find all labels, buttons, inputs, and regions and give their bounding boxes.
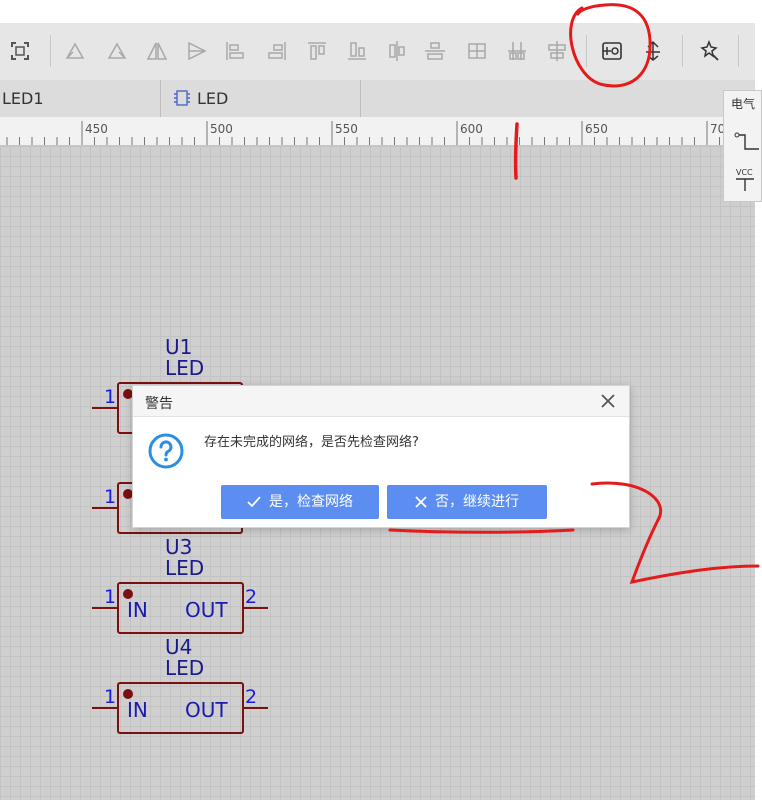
align-top-icon[interactable]: [304, 38, 330, 64]
component-body: [92, 682, 268, 734]
dialog-header: 警告: [133, 386, 629, 417]
component-body: [92, 582, 268, 634]
designator: U4: [165, 635, 193, 659]
no-continue-button[interactable]: 否，继续进行: [387, 485, 547, 519]
toolbar: [0, 23, 755, 80]
align-right-edge-icon[interactable]: [264, 38, 290, 64]
flip-vertical-icon[interactable]: [184, 38, 210, 64]
dialog-title: 警告: [145, 396, 173, 412]
toolbar-separator: [586, 35, 587, 67]
align-left-icon[interactable]: [62, 38, 88, 64]
align-bottom-icon[interactable]: [344, 38, 370, 64]
part-name: LED: [165, 656, 205, 680]
fit-view-icon[interactable]: [7, 38, 33, 64]
ruler-label: 650: [585, 122, 608, 136]
ruler-label: 550: [335, 122, 358, 136]
pin-label-in: IN: [127, 698, 148, 722]
tab-label: LED1: [2, 89, 44, 108]
tab-led[interactable]: LED: [161, 80, 361, 117]
distribute-vertical-icon[interactable]: [504, 38, 530, 64]
design-check-icon[interactable]: [599, 38, 625, 64]
chip-icon: [174, 90, 190, 106]
align-center-horizontal-icon[interactable]: [384, 38, 410, 64]
tab-led1[interactable]: LED1: [0, 80, 161, 117]
ruler-label: 500: [210, 122, 233, 136]
vcc-icon[interactable]: VCC: [734, 167, 760, 193]
top-strip: [0, 0, 762, 23]
pin-label-in: IN: [127, 598, 148, 622]
distribute-horizontal-icon[interactable]: [464, 38, 490, 64]
cross-probe-icon[interactable]: [640, 38, 666, 64]
align-left-edge-icon[interactable]: [222, 38, 248, 64]
electrical-tools-panel: 电气 VCC: [723, 90, 762, 202]
ruler-label: 600: [460, 122, 483, 136]
horizontal-ruler: 450 500 550 600 650 70: [0, 117, 755, 146]
toolbar-separator: [50, 35, 51, 67]
close-icon[interactable]: [599, 392, 617, 410]
part-name: LED: [165, 356, 205, 380]
ruler-label: 450: [85, 122, 108, 136]
pin-label-out: OUT: [185, 698, 228, 722]
question-icon: [148, 433, 184, 469]
yes-check-network-button[interactable]: 是，检查网络: [221, 485, 379, 519]
wire-tool-icon[interactable]: [734, 131, 760, 153]
distribute-top-icon[interactable]: [544, 38, 570, 64]
align-right-icon[interactable]: [104, 38, 130, 64]
panel-title: 电气: [731, 97, 756, 111]
auto-wire-icon[interactable]: [696, 38, 722, 64]
tab-label: LED: [197, 89, 229, 108]
pin-label-out: OUT: [185, 598, 228, 622]
part-name: LED: [165, 556, 205, 580]
align-center-vertical-icon[interactable]: [422, 38, 448, 64]
button-label: 是，检查网络: [269, 494, 353, 510]
ruler-ticks: 450 500 550 600 650 70: [6, 121, 745, 145]
close-icon: [415, 496, 427, 508]
dialog-message: 存在未完成的网络，是否先检查网络?: [204, 435, 419, 450]
svg-text:VCC: VCC: [736, 168, 753, 177]
document-tab-bar: LED1 LED: [0, 80, 755, 117]
designator: U3: [165, 535, 193, 559]
toolbar-separator: [738, 35, 739, 67]
check-icon: [247, 496, 261, 508]
flip-horizontal-icon[interactable]: [144, 38, 170, 64]
toolbar-separator: [682, 35, 683, 67]
designator: U1: [165, 335, 193, 359]
warning-dialog: 警告 存在未完成的网络，是否先检查网络? 是，检查网络 否，继续进行: [132, 385, 630, 528]
button-label: 否，继续进行: [435, 494, 519, 510]
